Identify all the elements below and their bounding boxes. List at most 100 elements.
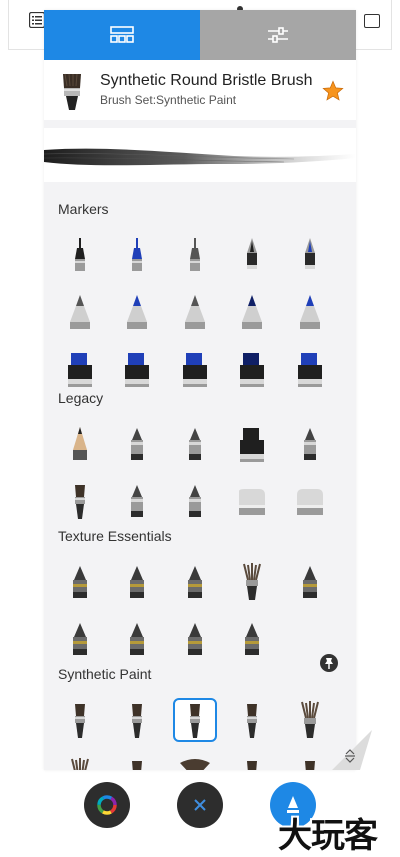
tab-bar bbox=[44, 10, 356, 60]
wide-marker-blue-icon bbox=[298, 353, 322, 387]
current-brush-header[interactable]: Synthetic Round Bristle Brush Brush Set:… bbox=[44, 60, 356, 120]
wide-marker-navy-icon bbox=[240, 353, 264, 387]
brush-texture-smudge[interactable] bbox=[288, 560, 332, 604]
section-title: Texture Essentials bbox=[58, 528, 172, 544]
bullet-marker-blue-2-icon bbox=[300, 295, 320, 329]
pencil-icon bbox=[73, 427, 87, 460]
close-icon bbox=[194, 799, 206, 811]
brush-chisel-marker-blue[interactable] bbox=[58, 347, 102, 391]
tab-brush-library[interactable] bbox=[44, 10, 200, 60]
brush-library-panel: Synthetic Round Bristle Brush Brush Set:… bbox=[44, 10, 356, 770]
technical-pen-black-icon bbox=[247, 238, 257, 269]
brush-bullet-marker-blue[interactable] bbox=[115, 290, 159, 334]
synthetic-fan-small-icon bbox=[132, 704, 142, 738]
bullet-marker-gray-2-icon bbox=[185, 295, 205, 329]
brush-texture-stamp[interactable] bbox=[173, 617, 217, 661]
watermark: 大玩客 bbox=[278, 816, 378, 856]
bullet-marker-gray-icon bbox=[70, 295, 90, 329]
brush-texture-block[interactable] bbox=[173, 560, 217, 604]
brush-fineliner-black[interactable] bbox=[58, 233, 102, 277]
brush-synthetic-thin[interactable] bbox=[58, 698, 102, 742]
synthetic-fan-icon bbox=[180, 759, 210, 770]
technical-pen-blue-icon bbox=[305, 238, 315, 269]
brush-fineliner-gray[interactable] bbox=[173, 233, 217, 277]
brush-ballpoint[interactable] bbox=[288, 422, 332, 466]
brush-technical-pen-black[interactable] bbox=[230, 233, 274, 277]
brush-paintbrush[interactable] bbox=[58, 479, 102, 523]
brush-wide-marker-navy[interactable] bbox=[230, 347, 274, 391]
pin-icon[interactable] bbox=[320, 654, 338, 672]
brush-synthetic-spiky-2[interactable] bbox=[58, 755, 102, 770]
page-curl[interactable] bbox=[332, 720, 372, 770]
stroke-preview bbox=[44, 128, 356, 182]
paintbrush-icon bbox=[75, 485, 85, 519]
frame-icon[interactable] bbox=[364, 14, 380, 28]
brush-bullet-marker-navy[interactable] bbox=[230, 290, 274, 334]
brush-synthetic-fan-small[interactable] bbox=[115, 698, 159, 742]
texture-cone-icon bbox=[130, 566, 144, 598]
chisel-marker-blue-icon bbox=[68, 353, 92, 387]
synthetic-flat-2-icon bbox=[247, 761, 257, 770]
marker-icon bbox=[189, 428, 201, 460]
texture-pencil-icon bbox=[73, 566, 87, 598]
brush-synthetic-detail[interactable] bbox=[115, 755, 159, 770]
synthetic-thin-icon bbox=[75, 704, 85, 738]
section-title: Synthetic Paint bbox=[58, 666, 152, 682]
brush-synthetic-flat[interactable] bbox=[230, 698, 274, 742]
brush-technical-pen-blue[interactable] bbox=[288, 233, 332, 277]
brush-texture-round[interactable] bbox=[115, 617, 159, 661]
brush-synthetic-flat-2[interactable] bbox=[230, 755, 274, 770]
brush-soft-eraser[interactable] bbox=[288, 479, 332, 523]
brush-pencil[interactable] bbox=[58, 422, 102, 466]
brush-wide-marker-blue[interactable] bbox=[288, 347, 332, 391]
brush-texture-pencil[interactable] bbox=[58, 560, 102, 604]
airbrush-icon bbox=[131, 428, 143, 460]
list-icon[interactable] bbox=[28, 11, 46, 29]
tab-brush-settings[interactable] bbox=[200, 10, 356, 60]
synthetic-flat-icon bbox=[247, 704, 257, 738]
brush-texture-bristle[interactable] bbox=[230, 560, 274, 604]
color-button[interactable] bbox=[84, 782, 130, 828]
close-button[interactable] bbox=[177, 782, 223, 828]
section-title: Markers bbox=[58, 201, 109, 217]
brush-chisel-marker-blue-2[interactable] bbox=[115, 347, 159, 391]
brush-texture-flat[interactable] bbox=[230, 617, 274, 661]
brush-set-label: Brush Set:Synthetic Paint bbox=[100, 93, 237, 107]
texture-dome-icon bbox=[73, 623, 87, 655]
brush-synthetic-fan[interactable] bbox=[173, 755, 217, 770]
felt-tip-icon bbox=[131, 485, 143, 517]
brush-bullet-marker-gray-2[interactable] bbox=[173, 290, 217, 334]
brush-felt-tip[interactable] bbox=[115, 479, 159, 523]
bullet-marker-blue-icon bbox=[127, 295, 147, 329]
brush-bullet-marker-blue-2[interactable] bbox=[288, 290, 332, 334]
brush-texture-cone[interactable] bbox=[115, 560, 159, 604]
texture-flat-icon bbox=[245, 623, 259, 655]
brush-fineliner-blue[interactable] bbox=[115, 233, 159, 277]
brush-chisel-marker[interactable] bbox=[230, 422, 274, 466]
synthetic-spiky-icon bbox=[301, 701, 319, 738]
fineliner-gray-icon bbox=[190, 238, 200, 271]
brush-synthetic-round-bristle[interactable] bbox=[173, 698, 217, 742]
brush-synthetic-small[interactable] bbox=[288, 755, 332, 770]
hard-eraser-icon bbox=[239, 489, 265, 515]
brush-ink-pen[interactable] bbox=[173, 479, 217, 523]
brush-texture-dome[interactable] bbox=[58, 617, 102, 661]
color-wheel-icon bbox=[97, 795, 117, 815]
fineliner-black-icon bbox=[75, 238, 85, 271]
brush-marker[interactable] bbox=[173, 422, 217, 466]
sliders-icon bbox=[268, 27, 288, 43]
brush-hard-eraser[interactable] bbox=[230, 479, 274, 523]
brush-bullet-marker-gray[interactable] bbox=[58, 290, 102, 334]
ink-pen-icon bbox=[189, 485, 201, 517]
brush-library-icon bbox=[110, 26, 134, 43]
texture-bristle-icon bbox=[243, 563, 261, 600]
favorite-star-icon[interactable] bbox=[322, 80, 344, 102]
brush-airbrush[interactable] bbox=[115, 422, 159, 466]
texture-stamp-icon bbox=[188, 623, 202, 655]
synthetic-small-icon bbox=[305, 761, 315, 770]
texture-smudge-icon bbox=[303, 566, 317, 598]
synthetic-detail-icon bbox=[132, 761, 142, 770]
texture-block-icon bbox=[188, 566, 202, 598]
brush-synthetic-spiky[interactable] bbox=[288, 698, 332, 742]
brush-chisel-marker-blue-3[interactable] bbox=[173, 347, 217, 391]
